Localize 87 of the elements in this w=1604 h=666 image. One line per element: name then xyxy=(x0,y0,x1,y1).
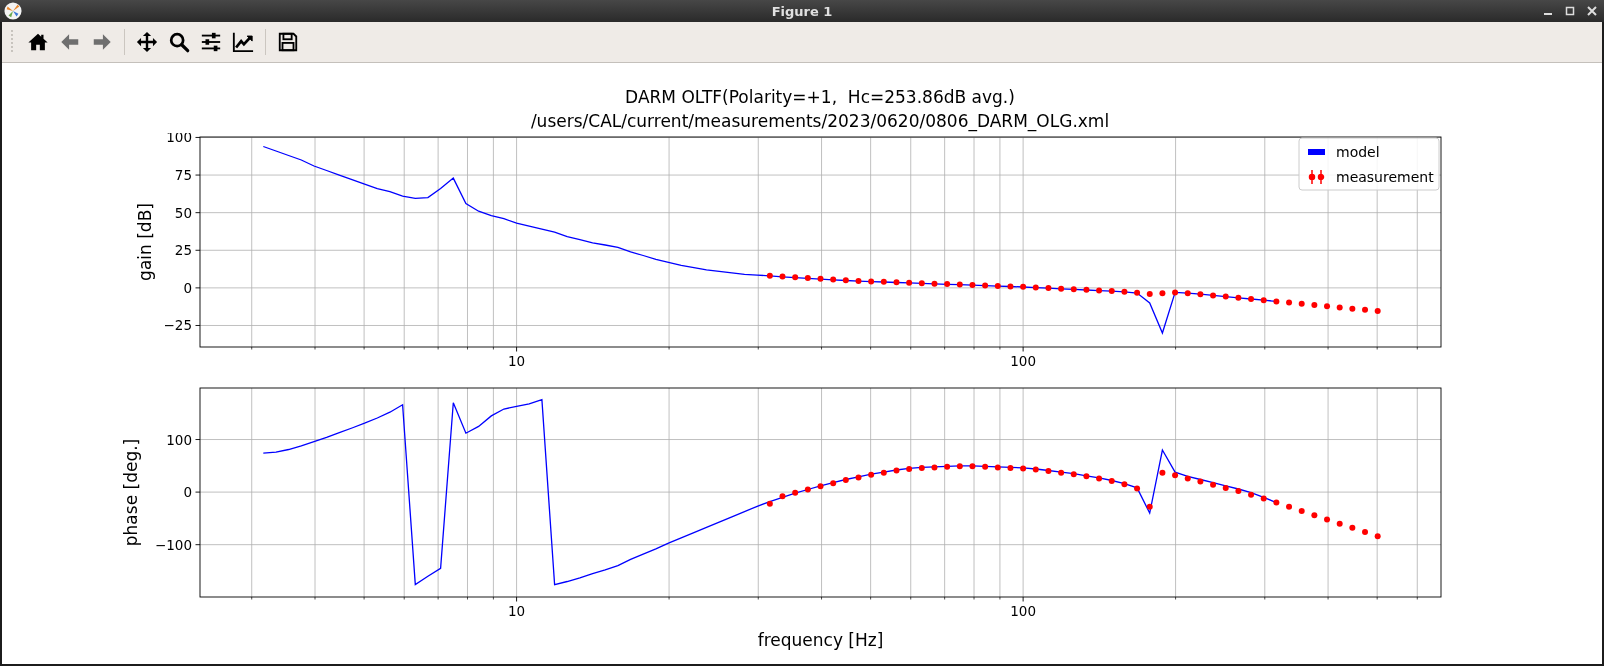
tick-mark xyxy=(910,346,912,350)
tick-mark xyxy=(1022,346,1024,352)
axis-label: gain [dB] xyxy=(135,203,155,281)
tick-mark xyxy=(195,544,201,546)
tick-label: 100 xyxy=(166,133,192,146)
tick-mark xyxy=(195,287,201,289)
tick-mark xyxy=(1175,596,1176,600)
tick-mark xyxy=(493,596,494,600)
tick-mark xyxy=(314,346,316,350)
tick-mark xyxy=(467,596,468,600)
tick-label: 0 xyxy=(183,279,192,296)
figure-title: /users/CAL/current/measurements/2023/0620/0806_DARM_OLG.xml xyxy=(530,110,1110,133)
tick-mark xyxy=(1416,596,1418,600)
tick-mark xyxy=(493,346,494,350)
tick-mark xyxy=(870,346,871,350)
tick-mark xyxy=(944,596,945,600)
tick-label: 100 xyxy=(1010,353,1036,369)
tick-mark xyxy=(437,596,439,600)
zoom-icon xyxy=(168,31,190,53)
tick-mark xyxy=(1416,346,1418,350)
tick-mark xyxy=(516,596,518,602)
tick-mark xyxy=(1327,346,1329,350)
save-icon xyxy=(277,31,299,53)
tick-mark xyxy=(195,137,201,138)
tick-mark xyxy=(1175,346,1176,350)
close-icon xyxy=(1587,6,1597,16)
tick-label: −100 xyxy=(154,536,192,553)
legend-key-icon xyxy=(1308,169,1325,185)
tick-mark xyxy=(1264,596,1266,600)
tick-mark xyxy=(363,596,365,600)
tick-label: 10 xyxy=(508,353,526,369)
tick-mark xyxy=(821,596,822,600)
minimize-icon xyxy=(1544,13,1552,15)
legend-line-icon xyxy=(1308,149,1325,155)
tick-mark xyxy=(1022,596,1024,602)
toolbar-grip-icon xyxy=(10,29,14,55)
tick-mark xyxy=(195,249,201,251)
tick-label: 50 xyxy=(174,204,192,221)
tick-mark xyxy=(251,596,253,600)
tick-mark xyxy=(403,346,405,350)
tick-mark xyxy=(999,596,1001,600)
tick-label: 100 xyxy=(166,431,192,448)
tick-mark xyxy=(1376,596,1378,600)
tick-mark xyxy=(437,346,439,350)
figure-title: DARM OLTF(Polarity=+1, Hc=253.86dB avg.) xyxy=(625,86,1015,109)
tick-label: 75 xyxy=(174,167,192,184)
tick-mark xyxy=(999,346,1001,350)
home-icon xyxy=(27,31,49,53)
tick-mark xyxy=(910,596,912,600)
pan-icon xyxy=(136,31,158,53)
tick-mark xyxy=(757,346,759,350)
legend-label: model xyxy=(1336,144,1380,160)
tick-mark xyxy=(668,346,670,350)
tick-mark xyxy=(195,212,201,214)
tick-mark xyxy=(195,325,201,326)
tick-mark xyxy=(314,596,316,600)
tick-mark xyxy=(973,346,975,350)
tick-mark xyxy=(870,596,871,600)
tick-label: 10 xyxy=(508,603,526,619)
legend-label: measurement xyxy=(1336,169,1434,185)
subplots-icon xyxy=(200,31,222,53)
tick-label: 100 xyxy=(1010,603,1036,619)
tick-mark xyxy=(195,439,201,440)
tick-mark xyxy=(821,346,822,350)
app-logo-icon xyxy=(4,2,22,20)
maximize-icon xyxy=(1565,6,1575,16)
tick-mark xyxy=(516,346,518,352)
window-title: Figure 1 xyxy=(771,3,833,19)
tick-mark xyxy=(973,596,975,600)
tick-mark xyxy=(668,596,670,600)
tick-mark xyxy=(1376,346,1378,350)
tick-label: 25 xyxy=(174,242,192,259)
tick-mark xyxy=(363,346,365,350)
tick-label: −25 xyxy=(163,317,192,334)
tick-label: 0 xyxy=(183,484,192,501)
tick-mark xyxy=(403,596,405,600)
tick-mark xyxy=(467,346,468,350)
tick-mark xyxy=(944,346,945,350)
edit-icon xyxy=(232,31,254,53)
tick-mark xyxy=(1264,346,1266,350)
tick-mark xyxy=(195,174,201,176)
axis-label: phase [deg.] xyxy=(121,438,141,547)
tick-mark xyxy=(757,596,759,600)
tick-mark xyxy=(251,346,253,350)
tick-mark xyxy=(195,491,201,493)
tick-mark xyxy=(1327,596,1329,600)
axis-label: frequency [Hz] xyxy=(757,630,884,650)
